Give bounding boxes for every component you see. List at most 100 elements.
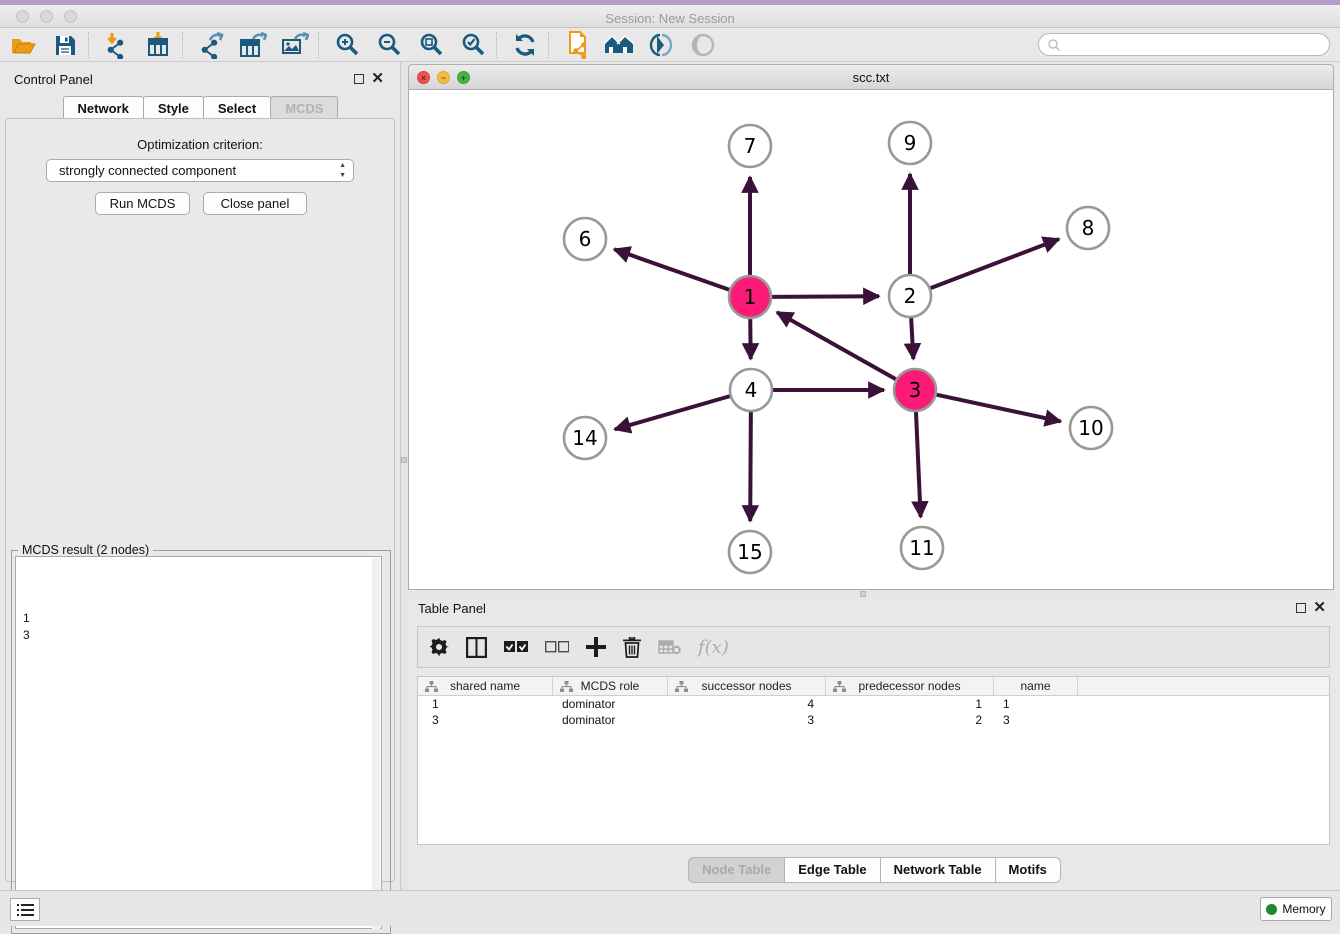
cell-predecessor-nodes[interactable]: 1 — [826, 696, 994, 712]
folder-open-icon[interactable] — [8, 31, 38, 59]
edge-2-8[interactable] — [931, 239, 1059, 288]
result-scrollbar[interactable] — [372, 558, 380, 929]
network-import-icon[interactable] — [102, 31, 132, 59]
edge-4-15[interactable] — [750, 412, 751, 521]
column-header-MCDS-role[interactable]: MCDS role — [553, 677, 668, 695]
cell-name[interactable]: 1 — [994, 696, 1078, 712]
close-panel-icon[interactable]: ✕ — [1313, 603, 1326, 613]
node-table[interactable]: shared nameMCDS role successor nodes prede… — [417, 676, 1330, 845]
search-input[interactable] — [1038, 33, 1330, 56]
edge-1-6[interactable] — [614, 249, 729, 289]
selected-option-label: strongly connected component — [59, 163, 236, 178]
cell-shared-name[interactable]: 3 — [418, 712, 553, 728]
splitter-handle[interactable] — [860, 591, 866, 597]
trash-icon[interactable] — [623, 637, 641, 658]
vertical-splitter[interactable] — [401, 62, 408, 890]
status-bar: Memory — [0, 890, 1340, 926]
edge-3-1[interactable] — [777, 312, 896, 379]
tab-edge-table[interactable]: Edge Table — [784, 857, 880, 883]
document-share-icon[interactable] — [562, 31, 592, 59]
eye-disabled-icon — [688, 31, 718, 59]
table-row[interactable]: 3dominator323 — [418, 712, 1329, 728]
column-header-name[interactable]: name — [994, 677, 1078, 695]
close-panel-button[interactable]: Close panel — [203, 192, 307, 215]
network-export-icon[interactable] — [196, 31, 226, 59]
mcds-result-title: MCDS result (2 nodes) — [18, 543, 153, 557]
table-export-icon[interactable] — [238, 31, 268, 59]
zoom-in-icon[interactable] — [332, 31, 362, 59]
network-graph[interactable]: 7 9 6 8 1 2 4 3 14 10 15 11 — [409, 90, 1333, 588]
table-row[interactable]: 1dominator411 — [418, 696, 1329, 712]
cell-MCDS-role[interactable]: dominator — [553, 696, 668, 712]
node-7[interactable]: 7 — [729, 125, 771, 167]
toolbar-separator — [496, 32, 497, 58]
tab-network-table[interactable]: Network Table — [880, 857, 996, 883]
network-view-title: scc.txt — [409, 70, 1333, 85]
gear-icon[interactable] — [430, 638, 449, 657]
svg-text:7: 7 — [744, 134, 757, 158]
node-4[interactable]: 4 — [730, 369, 772, 411]
network-canvas[interactable]: 7 9 6 8 1 2 4 3 14 10 15 11 — [408, 90, 1334, 590]
edge-3-11[interactable] — [916, 412, 921, 517]
cell-name[interactable]: 3 — [994, 712, 1078, 728]
cell-MCDS-role[interactable]: dominator — [553, 712, 668, 728]
edge-2-3[interactable] — [911, 318, 913, 359]
tab-motifs[interactable]: Motifs — [995, 857, 1061, 883]
memory-button[interactable]: Memory — [1260, 897, 1332, 921]
cell-predecessor-nodes[interactable]: 2 — [826, 712, 994, 728]
splitter-handle[interactable] — [401, 457, 407, 463]
node-6[interactable]: 6 — [564, 218, 606, 260]
select-stepper-icon: ▲▼ — [339, 161, 346, 181]
zoom-out-icon[interactable] — [374, 31, 404, 59]
run-mcds-button[interactable]: Run MCDS — [95, 192, 190, 215]
houses-icon[interactable] — [604, 31, 634, 59]
node-8[interactable]: 8 — [1067, 207, 1109, 249]
hierarchy-icon — [425, 681, 438, 696]
table-import-icon[interactable] — [144, 31, 174, 59]
edge-4-14[interactable] — [615, 396, 730, 429]
close-panel-icon[interactable]: ✕ — [371, 74, 384, 84]
cell-successor-nodes[interactable]: 3 — [668, 712, 826, 728]
select-all-icon[interactable] — [504, 641, 528, 654]
refresh-icon[interactable] — [510, 31, 540, 59]
node-15[interactable]: 15 — [729, 531, 771, 573]
svg-text:10: 10 — [1078, 416, 1103, 440]
optimization-criterion-label: Optimization criterion: — [6, 137, 394, 152]
column-label: name — [1020, 679, 1050, 693]
task-history-button[interactable] — [10, 898, 40, 921]
float-panel-icon[interactable] — [1296, 603, 1306, 613]
edge-3-10[interactable] — [937, 395, 1061, 422]
node-3[interactable]: 3 — [894, 369, 936, 411]
toolbar-separator — [88, 32, 89, 58]
edge-1-2[interactable] — [772, 296, 879, 297]
node-11[interactable]: 11 — [901, 527, 943, 569]
column-header-predecessor-nodes[interactable]: predecessor nodes — [826, 677, 994, 695]
network-window-titlebar[interactable]: × − + scc.txt — [408, 64, 1334, 90]
save-icon[interactable] — [50, 31, 80, 59]
float-panel-icon[interactable] — [354, 74, 364, 84]
node-10[interactable]: 10 — [1070, 407, 1112, 449]
tab-node-table[interactable]: Node Table — [688, 857, 785, 883]
node-2[interactable]: 2 — [889, 275, 931, 317]
optimization-criterion-select[interactable]: strongly connected component ▲▼ — [46, 159, 354, 182]
zoom-selected-icon[interactable] — [458, 31, 488, 59]
horizontal-splitter[interactable] — [408, 591, 1336, 598]
svg-text:1: 1 — [744, 285, 757, 309]
image-export-icon[interactable] — [280, 31, 310, 59]
cell-shared-name[interactable]: 1 — [418, 696, 553, 712]
column-label: successor nodes — [701, 679, 791, 693]
cell-successor-nodes[interactable]: 4 — [668, 696, 826, 712]
zoom-fit-icon[interactable] — [416, 31, 446, 59]
add-icon[interactable] — [586, 637, 606, 657]
mcds-result-textarea[interactable]: 1 3 — [15, 556, 382, 929]
column-label: predecessor nodes — [858, 679, 960, 693]
column-header-successor-nodes[interactable]: successor nodes — [668, 677, 826, 695]
node-14[interactable]: 14 — [564, 417, 606, 459]
column-header-shared-name[interactable]: shared name — [418, 677, 553, 695]
flag-eye-icon[interactable] — [646, 31, 676, 59]
svg-text:3: 3 — [909, 378, 922, 402]
deselect-all-icon[interactable] — [545, 641, 569, 654]
node-1[interactable]: 1 — [729, 276, 771, 318]
columns-icon[interactable] — [466, 637, 487, 658]
node-9[interactable]: 9 — [889, 122, 931, 164]
